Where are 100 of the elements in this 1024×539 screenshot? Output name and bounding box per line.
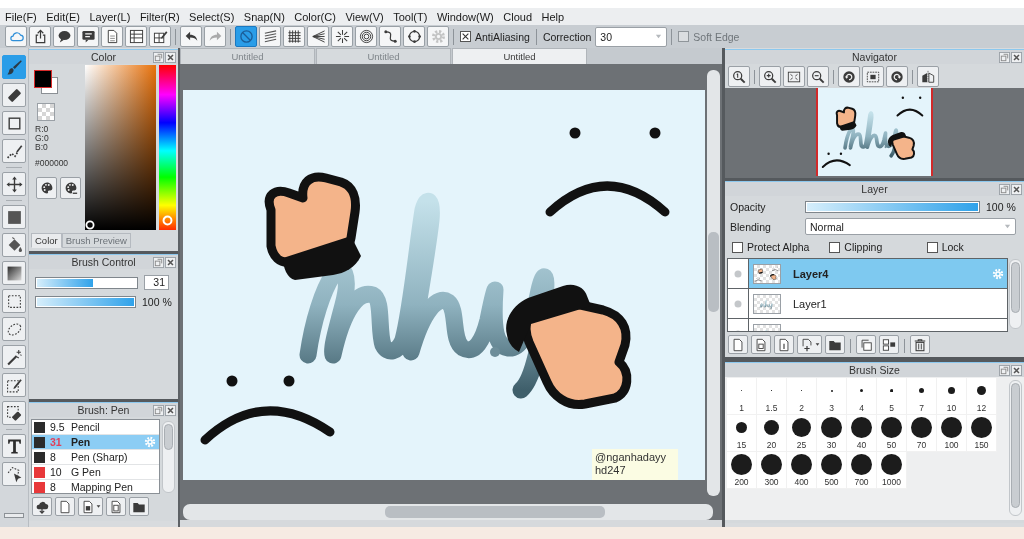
checkbox[interactable] <box>460 31 471 42</box>
panel-button[interactable] <box>129 497 149 516</box>
brush-size-option[interactable]: 4 <box>847 378 877 415</box>
size-value-field[interactable]: 31 <box>144 275 169 290</box>
menu-item[interactable]: Edit(E) <box>46 9 80 24</box>
scrollbar-thumb[interactable] <box>708 232 719 312</box>
color-swatches-icon[interactable] <box>34 70 58 94</box>
brush-size-option[interactable]: 700 <box>847 452 877 489</box>
panel-button[interactable] <box>106 497 126 516</box>
tool-button[interactable] <box>2 401 26 425</box>
panel-button[interactable] <box>879 335 899 354</box>
toolbar-button[interactable] <box>149 26 171 47</box>
panel-tab[interactable]: Brush Preview <box>61 233 131 248</box>
panel-button[interactable] <box>78 497 103 516</box>
brush-size-option[interactable]: 1.5 <box>757 378 787 415</box>
vertical-scrollbar[interactable] <box>1009 380 1022 516</box>
toolbar-button[interactable] <box>101 26 123 47</box>
toolbar-button[interactable] <box>259 26 281 47</box>
menu-item[interactable]: Cloud <box>503 9 532 24</box>
tool-button[interactable] <box>2 462 26 486</box>
tool-button[interactable] <box>2 233 26 257</box>
vertical-scrollbar[interactable] <box>707 70 720 496</box>
toolbar-button[interactable] <box>283 26 305 47</box>
panel-button[interactable] <box>728 335 748 354</box>
checkbox[interactable] <box>926 241 938 253</box>
tool-button[interactable] <box>2 205 26 229</box>
layer-row[interactable]: Layer1 <box>728 289 1007 319</box>
toolbar-button[interactable] <box>77 26 99 47</box>
toolbar-button[interactable] <box>180 26 202 47</box>
hue-bar[interactable] <box>159 65 176 230</box>
close-icon[interactable] <box>1011 183 1022 195</box>
tool-button[interactable] <box>2 373 26 397</box>
palette-button[interactable] <box>60 177 81 199</box>
tool-button[interactable] <box>2 345 26 369</box>
panel-button[interactable] <box>886 66 908 87</box>
panel-tab[interactable]: Color <box>31 233 62 248</box>
slider-track[interactable] <box>35 276 138 289</box>
brush-size-option[interactable]: 10 <box>937 378 967 415</box>
brush-size-option[interactable]: 15 <box>727 415 757 452</box>
scrollbar-thumb[interactable] <box>1011 262 1020 314</box>
panel-button[interactable] <box>751 335 771 354</box>
toolbar-button[interactable] <box>403 26 425 47</box>
scrollbar-thumb[interactable] <box>1011 383 1020 508</box>
picker-ring-icon[interactable] <box>85 220 95 230</box>
vertical-scrollbar[interactable] <box>1009 259 1022 329</box>
vertical-scrollbar[interactable] <box>162 421 175 493</box>
drawing-canvas[interactable]: @nganhadayy hd247 <box>183 90 705 480</box>
toolbar-button[interactable] <box>307 26 329 47</box>
brush-size-option[interactable]: 400 <box>787 452 817 489</box>
brush-size-option[interactable]: 25 <box>787 415 817 452</box>
panel-button[interactable] <box>55 497 75 516</box>
layer-row[interactable]: Layer4 <box>728 259 1007 289</box>
brush-size-option[interactable]: 5 <box>877 378 907 415</box>
blending-select[interactable]: Normal <box>805 218 1016 235</box>
brush-size-option[interactable]: 500 <box>817 452 847 489</box>
panel-button[interactable] <box>759 66 781 87</box>
panel-button[interactable] <box>862 66 884 87</box>
menu-item[interactable]: Snap(N) <box>243 9 285 24</box>
close-icon[interactable] <box>1011 51 1022 63</box>
brush-size-option[interactable]: 12 <box>967 378 997 415</box>
tool-button[interactable] <box>2 111 26 135</box>
brush-row[interactable]: 10 G Pen <box>32 465 159 480</box>
toolbar-button[interactable] <box>331 26 353 47</box>
brush-size-option[interactable]: 30 <box>817 415 847 452</box>
menu-item[interactable]: Tool(T) <box>393 9 428 24</box>
brush-row[interactable]: 8 Mapping Pen <box>32 480 159 493</box>
menu-item[interactable]: File(F) <box>5 9 37 24</box>
brush-size-option[interactable]: 1000 <box>877 452 907 489</box>
tool-button[interactable] <box>2 139 26 163</box>
visibility-dot-icon[interactable] <box>734 299 742 308</box>
brush-size-option[interactable]: 150 <box>967 415 997 452</box>
brush-size-option[interactable]: 20 <box>757 415 787 452</box>
panel-button[interactable] <box>917 66 939 87</box>
menu-item[interactable]: Color(C) <box>294 9 336 24</box>
menu-item[interactable]: Layer(L) <box>89 9 131 24</box>
tool-button[interactable] <box>2 261 26 285</box>
menu-item[interactable]: Filter(R) <box>139 9 180 24</box>
brush-size-option[interactable]: 7 <box>907 378 937 415</box>
scrollbar-thumb[interactable] <box>385 506 605 518</box>
checkbox[interactable] <box>829 241 841 253</box>
brush-row[interactable]: 31 Pen <box>32 435 159 450</box>
menu-item[interactable]: Help <box>541 9 565 24</box>
transparent-swatch-icon[interactable] <box>37 103 55 121</box>
panel-button[interactable] <box>728 66 750 87</box>
toolbar-button[interactable] <box>29 26 51 47</box>
brush-size-option[interactable]: 70 <box>907 415 937 452</box>
checkbox[interactable] <box>732 241 743 253</box>
panel-button[interactable] <box>32 497 52 516</box>
scrollbar-thumb[interactable] <box>164 424 173 451</box>
tool-button[interactable] <box>2 172 26 196</box>
panel-button[interactable] <box>783 66 805 87</box>
panel-button[interactable] <box>838 66 860 87</box>
menu-item[interactable]: View(V) <box>345 9 384 24</box>
palette-button[interactable] <box>36 177 57 199</box>
tool-button[interactable] <box>2 434 26 458</box>
brush-size-option[interactable]: 2 <box>787 378 817 415</box>
menu-item[interactable]: Select(S) <box>189 9 235 24</box>
panel-button[interactable] <box>807 66 829 87</box>
brush-size-option[interactable]: 100 <box>937 415 967 452</box>
brush-size-option[interactable]: 40 <box>847 415 877 452</box>
